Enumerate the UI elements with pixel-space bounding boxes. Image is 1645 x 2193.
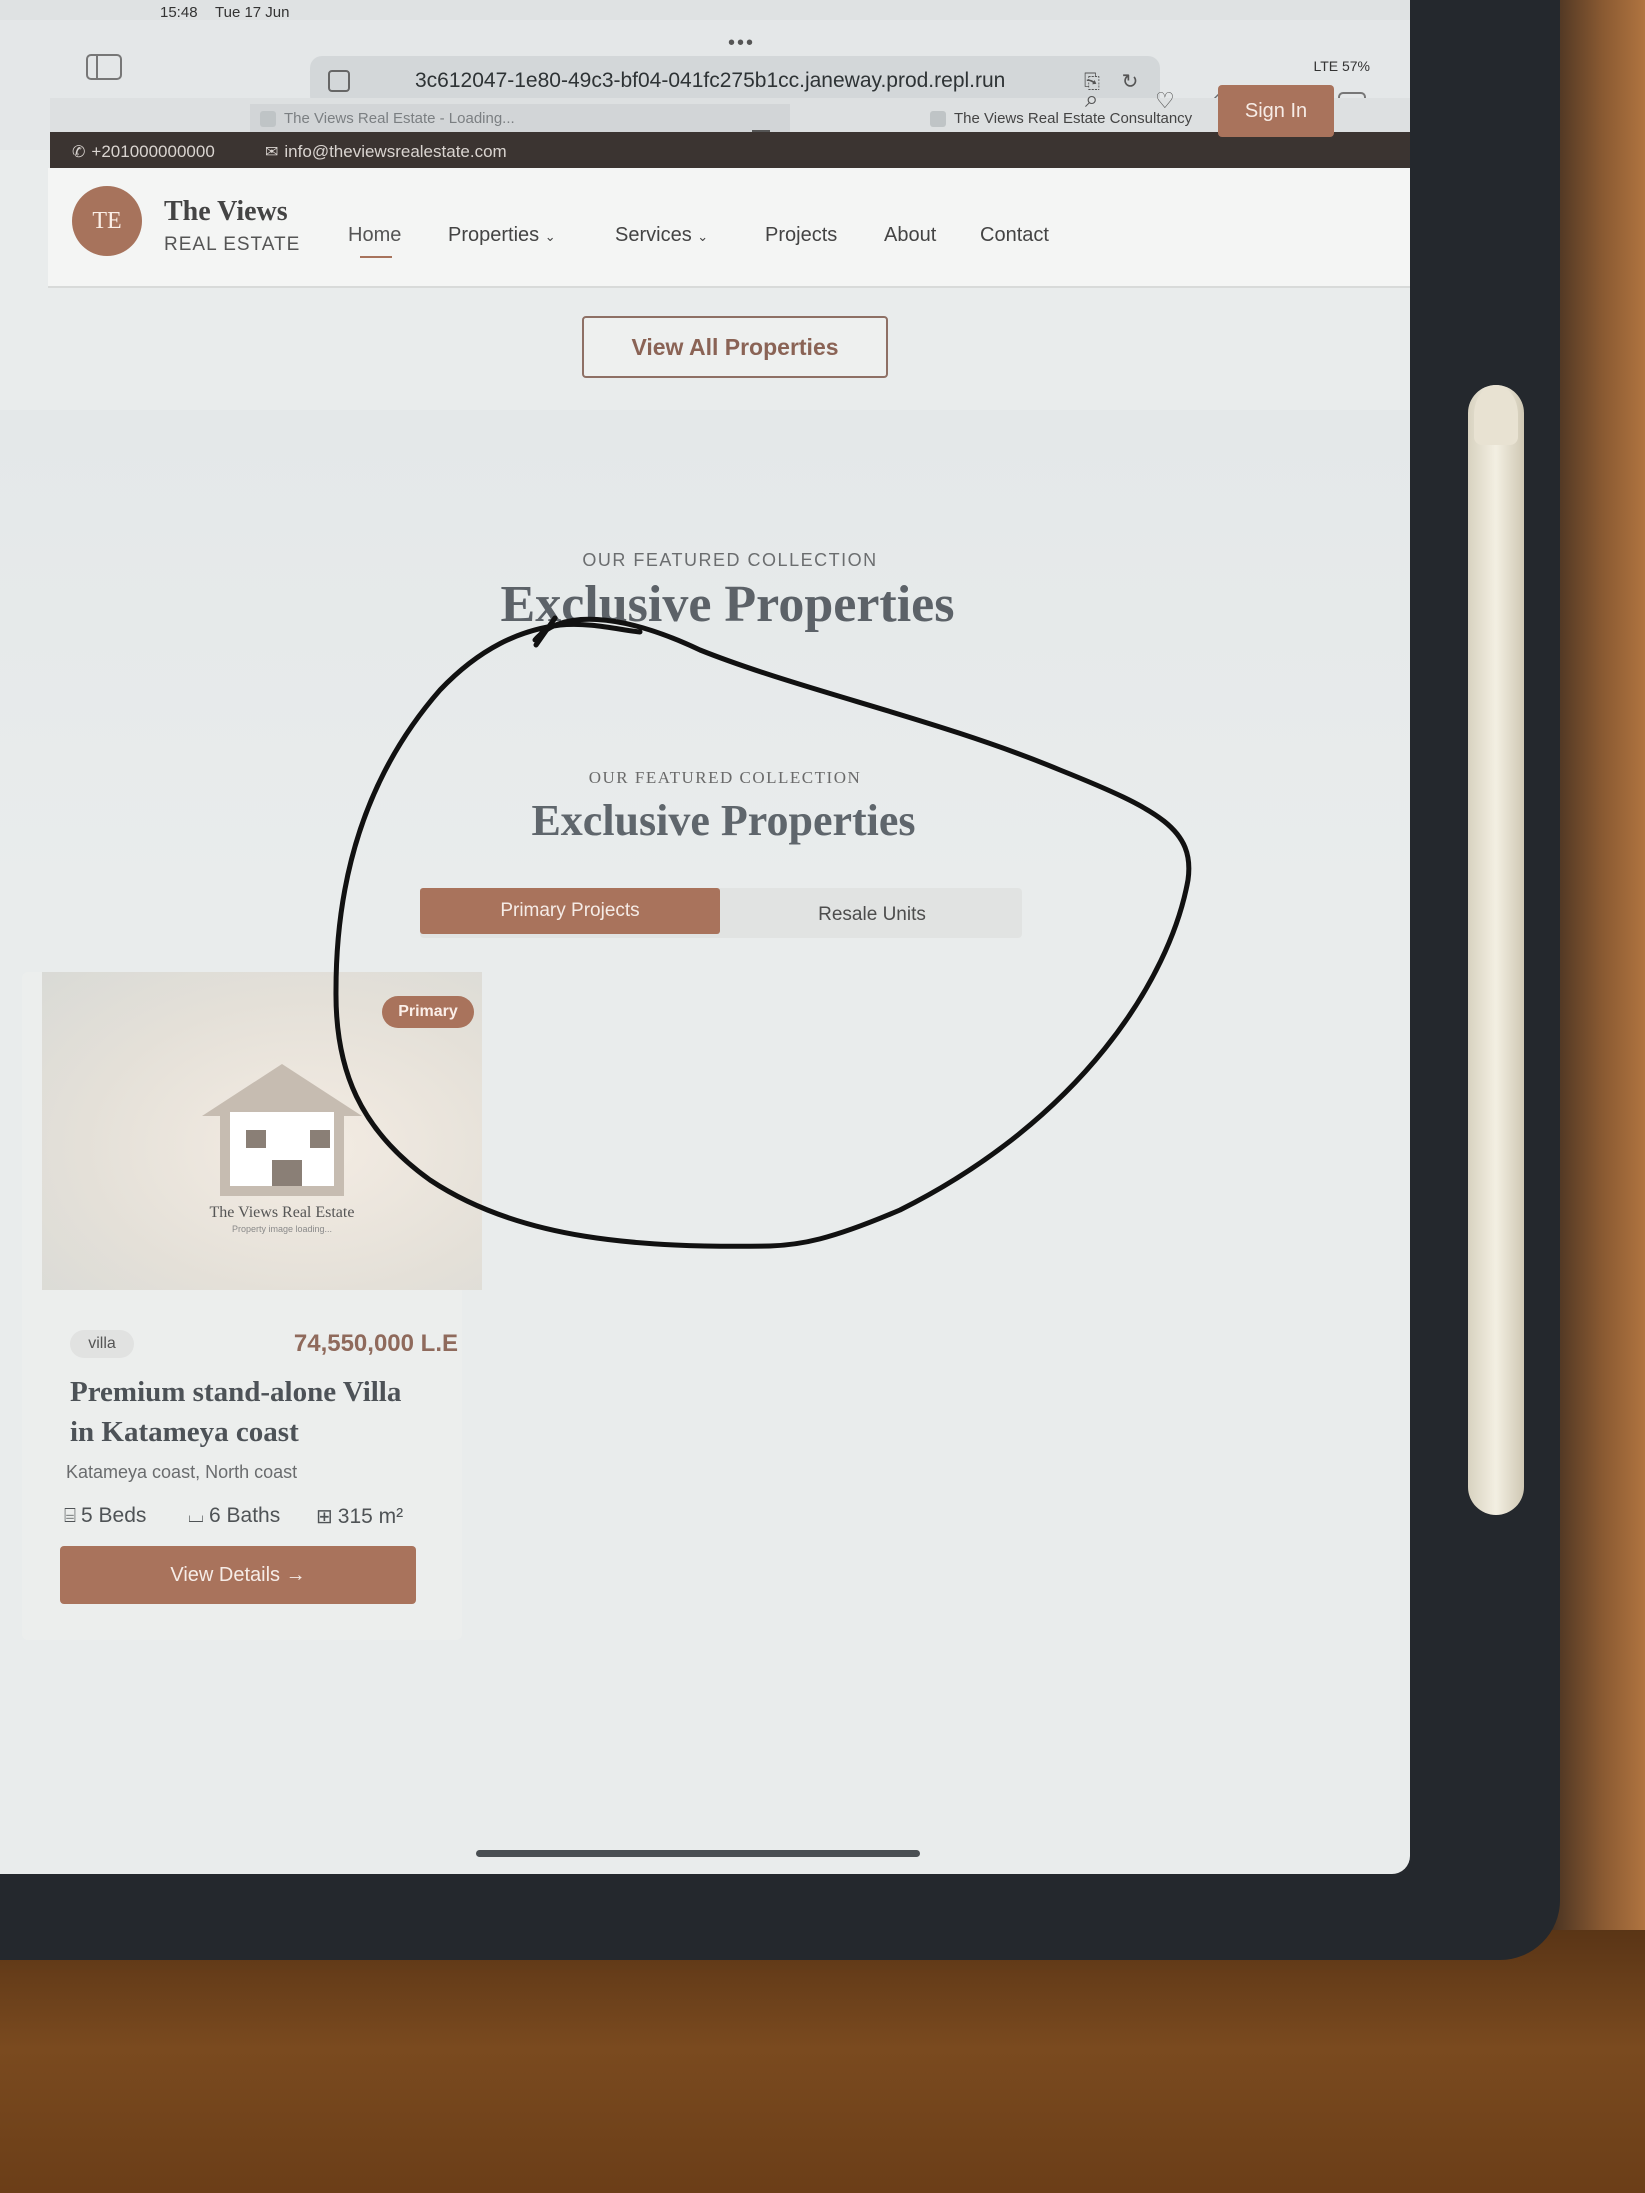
tab-resale-units[interactable]: Resale Units — [722, 892, 1022, 938]
nav-properties-label: Properties — [448, 224, 540, 246]
heart-icon[interactable]: ♡ — [1155, 88, 1175, 114]
property-image-placeholder[interactable]: The Views Real Estate Property image loa… — [42, 972, 482, 1290]
door-shape — [272, 1160, 302, 1186]
bath-icon: ⌴ — [188, 1505, 204, 1527]
logo-badge[interactable]: TE — [72, 186, 142, 256]
stylus-tip — [1474, 385, 1518, 445]
status-time: 15:48 — [160, 4, 198, 21]
window-shape — [246, 1130, 266, 1148]
page-menu-icon[interactable] — [328, 70, 350, 92]
view-details-label: View Details — [170, 1564, 281, 1586]
baths-text: 6 Baths — [209, 1504, 281, 1527]
window-shape — [310, 1130, 330, 1148]
phone-text: +201000000000 — [91, 142, 215, 161]
sign-in-button[interactable]: Sign In — [1218, 85, 1334, 137]
section-heading: Exclusive Properties — [500, 576, 955, 633]
tab-title: The Views Real Estate - Loading... — [284, 110, 515, 127]
active-nav-indicator — [360, 256, 392, 258]
status-badge: Primary — [382, 996, 474, 1028]
device-screen: 15:48 Tue 17 Jun ••• 3c612047-1e80-49c3-… — [0, 0, 1410, 1874]
status-signal: LTE 57% — [1313, 58, 1370, 74]
status-date: Tue 17 Jun — [215, 4, 290, 21]
nav-services[interactable]: Services ⌄ — [615, 224, 708, 247]
section-heading-duplicate: Exclusive Properties — [531, 796, 916, 845]
spec-beds: ⌸ 5 Beds — [64, 1504, 146, 1528]
view-details-button[interactable]: View Details → — [60, 1546, 416, 1604]
image-loading-text: Property image loading... — [231, 1224, 333, 1234]
spec-baths: ⌴ 6 Baths — [188, 1504, 280, 1528]
area-text: 315 m² — [337, 1505, 404, 1528]
section-eyebrow: OUR FEATURED COLLECTION — [582, 550, 878, 570]
site-header: TE The Views REAL ESTATE Home Properties… — [48, 168, 1410, 288]
topbar-email[interactable]: ✉ info@theviewsrealestate.com — [265, 142, 507, 162]
property-type-chip: villa — [70, 1330, 134, 1358]
more-dots-icon[interactable]: ••• — [728, 32, 755, 55]
nav-contact[interactable]: Contact — [980, 224, 1049, 247]
property-price: 74,550,000 L.E — [293, 1330, 458, 1357]
home-indicator[interactable] — [476, 1850, 920, 1857]
url-text[interactable]: 3c612047-1e80-49c3-bf04-041fc275b1cc.jan… — [415, 69, 1005, 93]
contact-topbar: ✆ +201000000000 ✉ info@theviewsrealestate.… — [50, 132, 1410, 170]
nav-properties[interactable]: Properties ⌄ — [448, 224, 556, 247]
sidebar-toggle-icon[interactable] — [86, 54, 122, 80]
house-body-shape — [220, 1112, 344, 1196]
mail-icon: ✉ — [265, 144, 279, 161]
section-eyebrow-duplicate: OUR FEATURED COLLECTION — [588, 768, 862, 787]
search-icon[interactable]: ⌕ — [1085, 86, 1098, 114]
nav-services-label: Services — [615, 224, 692, 246]
table-surface — [0, 1930, 1645, 2193]
beds-text: 5 Beds — [81, 1504, 147, 1527]
stylus — [1468, 385, 1524, 1515]
phone-icon: ✆ — [72, 144, 86, 161]
spec-area: ⊞ 315 m² — [316, 1504, 403, 1529]
nav-home[interactable]: Home — [348, 224, 401, 247]
tab-primary-projects[interactable]: Primary Projects — [420, 888, 720, 934]
chevron-down-icon: ⌄ — [544, 229, 556, 244]
nav-about[interactable]: About — [884, 224, 936, 247]
reload-icon[interactable]: ↻ — [1118, 70, 1142, 94]
favicon-icon — [260, 111, 276, 127]
arrow-right-icon: → — [285, 1564, 306, 1586]
favicon-icon — [930, 111, 946, 127]
logo-title[interactable]: The Views — [164, 196, 288, 228]
property-location: Katameya coast, North coast — [66, 1462, 298, 1482]
image-placeholder-caption: The Views Real Estate — [209, 1204, 355, 1221]
property-title[interactable]: Premium stand-alone Villa in Katameya co… — [70, 1372, 430, 1452]
house-icon — [202, 1064, 362, 1116]
area-icon: ⊞ — [316, 1506, 333, 1528]
topbar-phone[interactable]: ✆ +201000000000 — [72, 142, 215, 162]
email-text: info@theviewsrealestate.com — [284, 142, 507, 161]
view-all-properties-button[interactable]: View All Properties — [582, 316, 888, 378]
logo-subtitle: REAL ESTATE — [164, 234, 301, 255]
bed-icon: ⌸ — [64, 1505, 76, 1527]
property-card[interactable]: The Views Real Estate Property image loa… — [22, 972, 482, 1640]
nav-projects[interactable]: Projects — [765, 224, 837, 247]
chevron-down-icon: ⌄ — [697, 229, 709, 244]
listing-type-toggle: Primary Projects Resale Units — [420, 888, 1022, 938]
